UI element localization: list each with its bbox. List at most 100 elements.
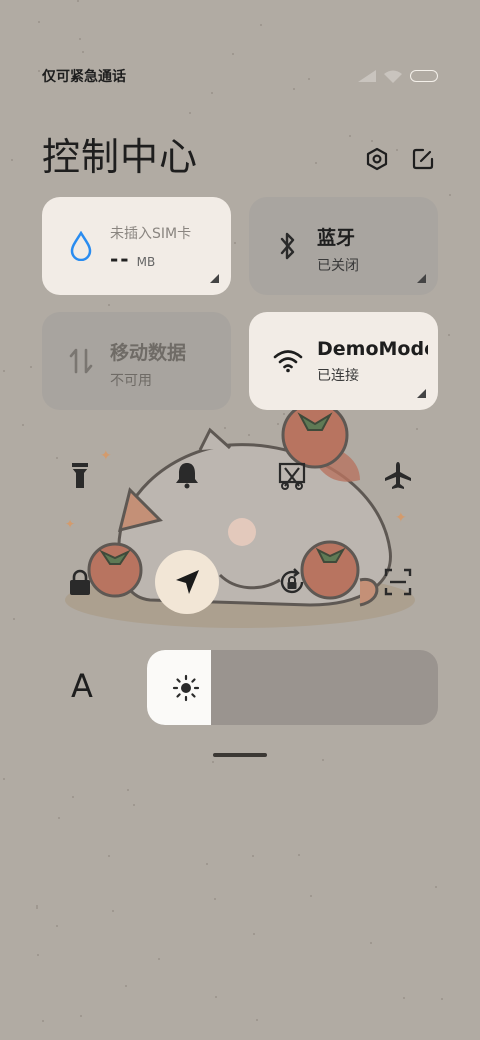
rotation-lock-icon	[280, 568, 304, 594]
screenshot-toggle[interactable]	[260, 443, 324, 507]
lock-icon	[70, 569, 90, 595]
expand-corner-icon	[417, 274, 426, 283]
speck	[206, 863, 208, 865]
wifi-network-name: DemoMode	[317, 338, 428, 360]
speck	[310, 895, 312, 897]
mobile-data-status: 不可用	[110, 373, 152, 389]
screenshot-icon	[278, 462, 306, 490]
data-usage-value: --	[110, 247, 131, 271]
location-icon	[176, 570, 199, 594]
speck	[349, 135, 351, 137]
signal-icon	[358, 70, 376, 82]
scanner-toggle[interactable]	[366, 550, 430, 614]
location-toggle[interactable]	[155, 550, 219, 614]
speck	[125, 985, 127, 987]
battery-icon	[410, 70, 438, 82]
speck	[232, 53, 234, 55]
speck	[260, 24, 262, 26]
speck	[58, 817, 60, 819]
wifi-icon	[273, 346, 303, 376]
speck	[215, 996, 217, 998]
speck	[448, 334, 450, 336]
speck	[3, 370, 5, 372]
speck	[36, 907, 38, 909]
speck	[253, 933, 255, 935]
speck	[435, 886, 437, 888]
bluetooth-status: 已关闭	[317, 258, 359, 274]
speck	[38, 70, 40, 72]
mute-toggle[interactable]	[155, 443, 219, 507]
speck	[38, 21, 40, 23]
speck	[189, 112, 191, 114]
lock-screen-toggle[interactable]	[48, 550, 112, 614]
bell-icon	[176, 463, 198, 489]
speck	[108, 855, 110, 857]
speck	[127, 789, 129, 791]
settings-button[interactable]	[364, 146, 390, 172]
speck	[30, 366, 32, 368]
speck	[293, 88, 295, 90]
bluetooth-tile[interactable]: 蓝牙 已关闭	[249, 197, 438, 295]
svg-text:✦: ✦	[65, 517, 75, 531]
rotation-lock-toggle[interactable]	[260, 550, 324, 614]
speck	[370, 942, 372, 944]
speck	[211, 92, 213, 94]
bluetooth-icon	[273, 231, 303, 261]
speck	[79, 38, 81, 40]
bluetooth-label: 蓝牙	[317, 227, 356, 249]
wifi-tile[interactable]: DemoMode 已连接	[249, 312, 438, 410]
speck	[234, 242, 236, 244]
speck	[3, 778, 5, 780]
speck	[42, 1020, 44, 1022]
speck	[37, 954, 39, 956]
speck	[56, 925, 58, 927]
svg-text:✦: ✦	[395, 510, 407, 526]
speck	[108, 304, 110, 306]
home-indicator[interactable]	[213, 753, 267, 757]
brightness-slider[interactable]	[147, 650, 438, 725]
airplane-mode-toggle[interactable]	[366, 443, 430, 507]
speck	[212, 761, 214, 763]
wifi-status: 已连接	[317, 368, 359, 384]
speck	[11, 159, 13, 161]
speck	[80, 1015, 82, 1017]
speck	[22, 424, 24, 426]
speck	[298, 854, 300, 856]
wifi-status-icon	[384, 70, 402, 83]
speck	[371, 140, 373, 142]
expand-corner-icon	[210, 274, 219, 283]
speck	[133, 804, 135, 806]
speck	[112, 910, 114, 912]
speck	[315, 162, 317, 164]
speck	[158, 958, 160, 960]
data-usage-tile[interactable]: 未插入SIM卡 -- MB	[42, 197, 231, 295]
speck	[214, 898, 216, 900]
data-usage-unit: MB	[136, 255, 156, 269]
scan-icon	[384, 568, 412, 596]
speck	[77, 0, 79, 2]
edit-icon	[412, 148, 434, 170]
carrier-text: 仅可紧急通话	[42, 69, 126, 85]
speck	[396, 149, 398, 151]
speck	[441, 998, 443, 1000]
mobile-data-tile[interactable]: 移动数据 不可用	[42, 312, 231, 410]
gear-icon	[366, 147, 388, 171]
flashlight-icon	[72, 463, 88, 488]
brightness-icon	[172, 674, 200, 701]
speck	[322, 759, 324, 761]
expand-corner-icon	[417, 389, 426, 398]
sim-status: 未插入SIM卡	[110, 226, 192, 242]
water-drop-icon	[66, 231, 96, 261]
speck	[82, 51, 84, 53]
font-size-button[interactable]: A	[60, 664, 104, 708]
status-icons	[358, 70, 438, 83]
page-title: 控制中心	[42, 135, 199, 179]
speck	[72, 796, 74, 798]
edit-button[interactable]	[410, 146, 436, 172]
speck	[449, 194, 451, 196]
flashlight-toggle[interactable]	[48, 443, 112, 507]
mobile-data-label: 移动数据	[110, 342, 187, 364]
speck	[13, 618, 15, 620]
mobile-data-icon	[66, 346, 96, 376]
status-bar: 仅可紧急通话	[42, 66, 438, 86]
